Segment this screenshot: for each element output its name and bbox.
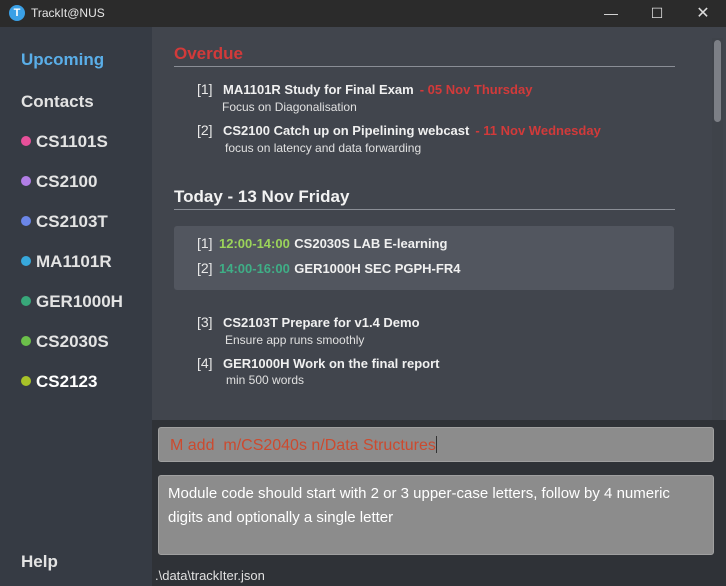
task-name: MA1101R Study for Final Exam bbox=[223, 82, 414, 97]
title-bar: T TrackIt@NUS — ☐ ✕ bbox=[0, 0, 726, 27]
task-index: [1] bbox=[197, 81, 213, 97]
sidebar: Upcoming Contacts CS1101S CS2100 CS2103T… bbox=[0, 27, 152, 586]
result-display: Module code should start with 2 or 3 upp… bbox=[158, 475, 714, 555]
task-item[interactable]: [1] MA1101R Study for Final Exam - 05 Nov … bbox=[197, 81, 532, 99]
sidebar-item-label: CS2030S bbox=[36, 332, 109, 351]
overdue-heading: Overdue bbox=[174, 44, 243, 63]
task-name: CS2103T Prepare for v1.4 Demo bbox=[223, 315, 420, 330]
task-name: CS2100 Catch up on Pipelining webcast bbox=[223, 123, 470, 138]
app-logo-icon: T bbox=[9, 5, 25, 21]
sidebar-item-label: CS1101S bbox=[36, 132, 108, 151]
sidebar-item-label: CS2103T bbox=[36, 212, 108, 231]
sidebar-item-module[interactable]: MA1101R bbox=[21, 252, 112, 272]
lesson-name: CS2030S LAB E-learning bbox=[294, 236, 448, 251]
task-date: - 11 Nov Wednesday bbox=[475, 123, 601, 138]
lesson-name: GER1000H SEC PGPH-FR4 bbox=[294, 261, 461, 276]
sidebar-item-label: Upcoming bbox=[21, 50, 105, 69]
module-color-dot bbox=[21, 176, 31, 186]
command-input[interactable]: M add m/CS2040s n/Data Structures bbox=[158, 427, 714, 462]
lesson-index: [1] bbox=[197, 235, 213, 251]
result-message: Module code should start with 2 or 3 upp… bbox=[168, 485, 670, 526]
task-index: [2] bbox=[197, 122, 213, 138]
module-color-dot bbox=[21, 216, 31, 226]
task-description: Ensure app runs smoothly bbox=[225, 333, 365, 347]
minimize-icon[interactable]: — bbox=[588, 0, 634, 27]
task-date: - 05 Nov Thursday bbox=[419, 82, 533, 97]
sidebar-item-contacts[interactable]: Contacts bbox=[21, 92, 94, 112]
close-icon[interactable]: ✕ bbox=[680, 0, 726, 27]
sidebar-item-label: CS2123 bbox=[36, 372, 98, 391]
sidebar-item-module[interactable]: GER1000H bbox=[21, 292, 123, 312]
divider bbox=[174, 66, 675, 67]
module-color-dot bbox=[21, 296, 31, 306]
sidebar-item-label: GER1000H bbox=[36, 292, 123, 311]
command-text: M add m/CS2040s n/Data Structures bbox=[170, 436, 437, 455]
task-index: [3] bbox=[197, 314, 213, 330]
window-title: TrackIt@NUS bbox=[31, 6, 105, 20]
module-color-dot bbox=[21, 376, 31, 386]
module-color-dot bbox=[21, 136, 31, 146]
lesson-time: 14:00-16:00 bbox=[219, 261, 290, 276]
module-color-dot bbox=[21, 256, 31, 266]
divider bbox=[174, 209, 675, 210]
text-caret bbox=[435, 436, 437, 453]
task-index: [4] bbox=[197, 355, 213, 371]
task-name: GER1000H Work on the final report bbox=[223, 356, 440, 371]
today-heading: Today - 13 Nov Friday bbox=[174, 187, 350, 206]
sidebar-item-module[interactable]: CS2123 bbox=[21, 372, 97, 392]
task-description: Focus on Diagonalisation bbox=[222, 100, 357, 114]
help-button[interactable]: Help bbox=[21, 552, 58, 572]
task-description: focus on latency and data forwarding bbox=[225, 141, 422, 155]
lesson-time: 12:00-14:00 bbox=[219, 236, 290, 251]
sidebar-item-module[interactable]: CS2100 bbox=[21, 172, 97, 192]
sidebar-item-label: MA1101R bbox=[36, 252, 112, 271]
lesson-item[interactable]: [1] 12:00-14:00 CS2030S LAB E-learning bbox=[197, 235, 447, 253]
module-color-dot bbox=[21, 336, 31, 346]
sidebar-item-label: CS2100 bbox=[36, 172, 98, 191]
lessons-box: [1] 12:00-14:00 CS2030S LAB E-learning [2… bbox=[174, 226, 674, 290]
task-item[interactable]: [2] CS2100 Catch up on Pipelining webcast… bbox=[197, 122, 601, 140]
maximize-icon[interactable]: ☐ bbox=[634, 0, 680, 27]
scrollbar[interactable] bbox=[712, 38, 723, 420]
upcoming-panel: Overdue [1] MA1101R Study for Final Exam -… bbox=[152, 27, 726, 420]
scrollbar-thumb[interactable] bbox=[714, 40, 721, 122]
sidebar-item-module[interactable]: CS1101S bbox=[21, 132, 108, 152]
status-bar-path: .\data\trackIter.json bbox=[155, 568, 265, 583]
lesson-item[interactable]: [2] 14:00-16:00 GER1000H SEC PGPH-FR4 bbox=[197, 260, 460, 278]
sidebar-item-label: Contacts bbox=[21, 92, 94, 111]
task-description: min 500 words bbox=[226, 373, 305, 387]
sidebar-item-upcoming[interactable]: Upcoming bbox=[21, 50, 104, 70]
sidebar-item-module[interactable]: CS2030S bbox=[21, 332, 109, 352]
sidebar-item-module[interactable]: CS2103T bbox=[21, 212, 108, 232]
task-item[interactable]: [4] GER1000H Work on the final report bbox=[197, 355, 439, 373]
command-value: M add m/CS2040s n/Data Structures bbox=[170, 437, 436, 454]
task-item[interactable]: [3] CS2103T Prepare for v1.4 Demo bbox=[197, 314, 420, 332]
lesson-index: [2] bbox=[197, 260, 213, 276]
